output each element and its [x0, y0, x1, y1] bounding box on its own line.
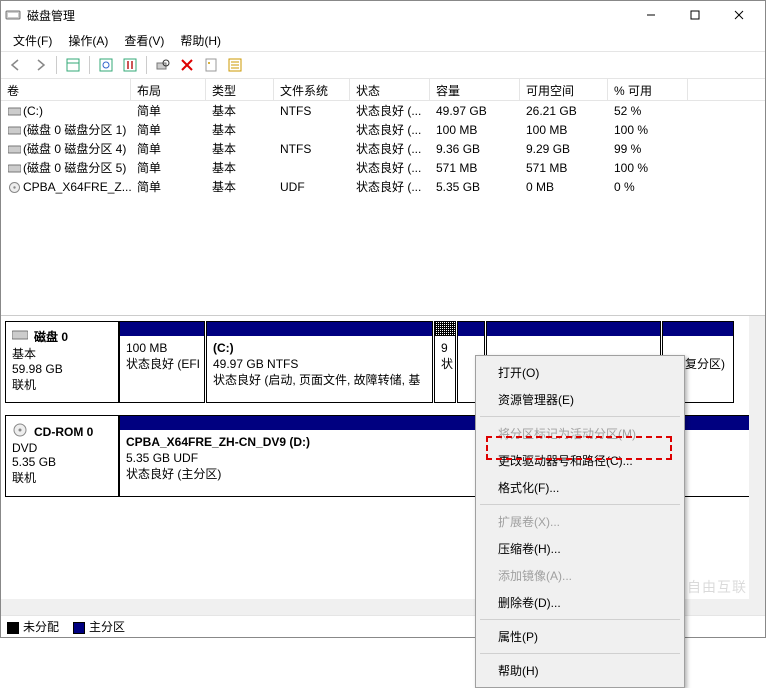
ctx-open[interactable]: 打开(O) [478, 359, 682, 386]
disk-0-label[interactable]: 磁盘 0 基本 59.98 GB 联机 [5, 321, 119, 403]
ctx-add-mirror: 添加镜像(A)... [478, 562, 682, 589]
vertical-scrollbar[interactable] [749, 316, 765, 615]
menubar: 文件(F) 操作(A) 查看(V) 帮助(H) [1, 29, 765, 51]
close-button[interactable] [717, 1, 761, 29]
legend-unallocated-swatch [7, 622, 19, 634]
menu-file[interactable]: 文件(F) [5, 30, 60, 51]
maximize-button[interactable] [673, 1, 717, 29]
context-menu: 打开(O) 资源管理器(E) 将分区标记为活动分区(M) 更改驱动器号和路径(C… [475, 355, 685, 688]
volume-list: 卷 布局 类型 文件系统 状态 容量 可用空间 % 可用 (C:)简单基本NTF… [1, 79, 765, 316]
ctx-delete-vol[interactable]: 删除卷(D)... [478, 589, 682, 616]
app-icon [5, 7, 21, 23]
table-row[interactable]: CPBA_X64FRE_Z...简单基本UDF状态良好 (...5.35 GB0… [1, 177, 765, 196]
cdrom-0-label[interactable]: CD-ROM 0 DVD 5.35 GB 联机 [5, 415, 119, 497]
table-row[interactable]: (C:)简单基本NTFS状态良好 (...49.97 GB26.21 GB52 … [1, 101, 765, 120]
col-fs[interactable]: 文件系统 [274, 79, 350, 100]
disk0-partition-2[interactable]: 9状 [434, 321, 456, 403]
forward-button[interactable] [29, 54, 51, 76]
refresh-button[interactable] [95, 54, 117, 76]
delete-button[interactable] [176, 54, 198, 76]
table-header: 卷 布局 类型 文件系统 状态 容量 可用空间 % 可用 [1, 79, 765, 101]
col-pct[interactable]: % 可用 [608, 79, 688, 100]
col-volume[interactable]: 卷 [1, 79, 131, 100]
table-row[interactable]: (磁盘 0 磁盘分区 1)简单基本状态良好 (...100 MB100 MB10… [1, 120, 765, 139]
view-top-button[interactable] [62, 54, 84, 76]
ctx-extend: 扩展卷(X)... [478, 508, 682, 535]
table-row[interactable]: (磁盘 0 磁盘分区 5)简单基本状态良好 (...571 MB571 MB10… [1, 158, 765, 177]
settings-button[interactable] [119, 54, 141, 76]
col-status[interactable]: 状态 [350, 79, 430, 100]
titlebar: 磁盘管理 [1, 1, 765, 29]
volume-icon [7, 105, 21, 117]
properties-button[interactable] [200, 54, 222, 76]
disk-icon [12, 329, 28, 344]
col-capacity[interactable]: 容量 [430, 79, 520, 100]
disc-icon [12, 422, 28, 441]
menu-view[interactable]: 查看(V) [116, 30, 172, 51]
ctx-shrink[interactable]: 压缩卷(H)... [478, 535, 682, 562]
ctx-help[interactable]: 帮助(H) [478, 657, 682, 684]
volume-icon [7, 163, 21, 175]
legend-primary-swatch [73, 622, 85, 634]
col-free[interactable]: 可用空间 [520, 79, 608, 100]
ctx-properties[interactable]: 属性(P) [478, 623, 682, 650]
col-layout[interactable]: 布局 [131, 79, 206, 100]
disk0-partition-0[interactable]: 100 MB状态良好 (EFI [119, 321, 205, 403]
volume-icon [7, 125, 21, 137]
list-button[interactable] [224, 54, 246, 76]
back-button[interactable] [5, 54, 27, 76]
minimize-button[interactable] [629, 1, 673, 29]
table-row[interactable]: (磁盘 0 磁盘分区 4)简单基本NTFS状态良好 (...9.36 GB9.2… [1, 139, 765, 158]
menu-action[interactable]: 操作(A) [60, 30, 116, 51]
menu-help[interactable]: 帮助(H) [172, 30, 229, 51]
disk0-partition-1[interactable]: (C:)49.97 GB NTFS状态良好 (启动, 页面文件, 故障转储, 基 [206, 321, 433, 403]
ctx-explorer[interactable]: 资源管理器(E) [478, 386, 682, 413]
col-type[interactable]: 类型 [206, 79, 274, 100]
rescan-button[interactable] [152, 54, 174, 76]
volume-icon [7, 144, 21, 156]
toolbar [1, 51, 765, 79]
volume-icon [7, 181, 21, 193]
ctx-format[interactable]: 格式化(F)... [478, 474, 682, 501]
ctx-change-letter[interactable]: 更改驱动器号和路径(C)... [478, 447, 682, 474]
ctx-mark-active: 将分区标记为活动分区(M) [478, 420, 682, 447]
watermark: 自由互联 [687, 577, 747, 597]
window-title: 磁盘管理 [27, 7, 629, 24]
